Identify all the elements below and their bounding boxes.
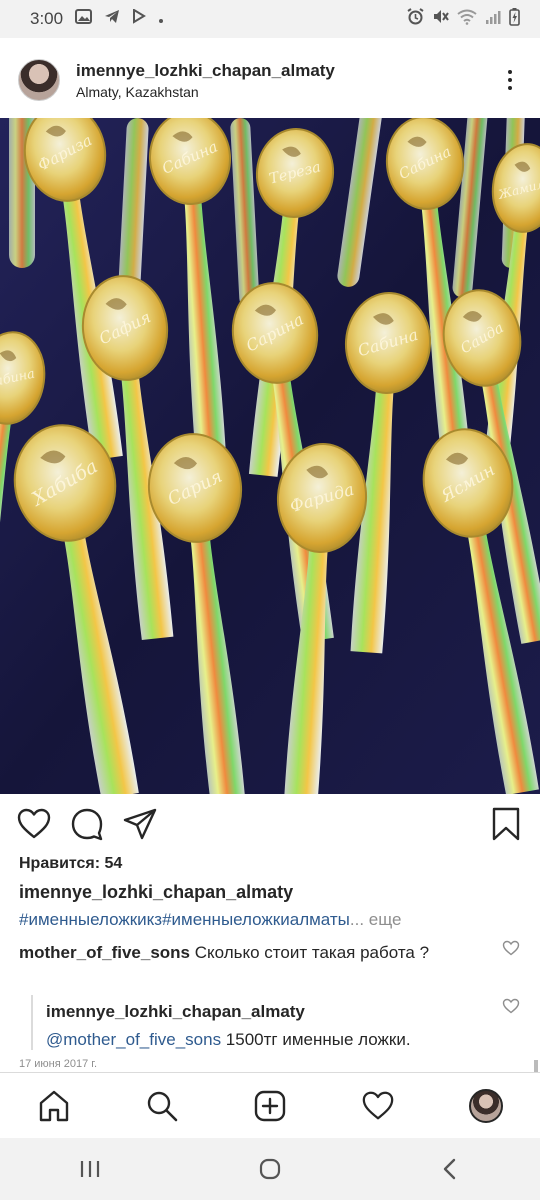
post-photo[interactable]: Фариза Сабина Тереза Сабина Жамиля Сабина Сафи… [0,118,540,794]
post-username[interactable]: imennye_lozhki_chapan_almaty [76,61,498,81]
more-dot [508,78,512,82]
caption-username[interactable]: imennye_lozhki_chapan_almaty [19,882,293,903]
spoons-photo-icon: Фариза Сабина Тереза СабинаЖамиляСабинаСафи… [0,118,540,794]
send-icon [123,808,157,840]
like-button[interactable] [16,806,52,842]
alarm-icon [407,8,424,30]
status-left: 3:00 [30,8,164,29]
avatar[interactable] [18,59,60,101]
reply-text: 1500тг именные ложки. [221,1030,411,1049]
status-time: 3:00 [30,9,64,28]
bookmark-icon [492,807,520,841]
post-header: imennye_lozhki_chapan_almaty Almaty, Kaz… [0,38,540,122]
likes-count[interactable]: Нравится: 54 [19,855,122,873]
system-nav-bar [0,1138,540,1200]
profile-avatar [469,1089,503,1123]
heart-icon [502,998,520,1014]
heart-icon [502,940,520,956]
nav-home[interactable] [34,1086,74,1126]
post-meta: imennye_lozhki_chapan_almaty Almaty, Kaz… [76,61,498,100]
caption-hashtags[interactable]: #именныеложкикз#именныеложкиалматы [19,910,350,929]
telegram-icon [104,9,120,29]
more-options-button[interactable] [498,60,522,100]
post-date: 17 июня 2017 г. [19,1058,98,1070]
comment-icon [71,808,103,841]
search-icon [147,1091,178,1122]
caption-more-link[interactable]: ... еще [350,910,402,929]
status-bar: 3:00 [0,0,540,38]
heart-icon [17,808,51,839]
nav-activity[interactable] [358,1086,398,1126]
more-dot [508,70,512,74]
comment-username[interactable]: mother_of_five_sons [19,943,190,962]
image-icon [75,9,93,29]
back-icon [443,1158,456,1180]
reply-divider [31,995,33,1050]
reply-comment: imennye_lozhki_chapan_almaty @mother_of_… [46,998,496,1054]
nav-profile[interactable] [466,1086,506,1126]
save-button[interactable] [488,806,524,842]
recent-apps-button[interactable] [70,1149,110,1189]
more-dot [508,86,512,90]
nav-search[interactable] [142,1086,182,1126]
comment-text: Сколько стоит такая работа ? [194,943,430,962]
post-location[interactable]: Almaty, Kazakhstan [76,84,498,100]
home-icon [39,1090,69,1122]
home-circle-icon [259,1158,281,1180]
add-icon [254,1090,286,1122]
share-button[interactable] [122,806,158,842]
recents-icon [80,1161,100,1177]
scrollbar[interactable] [534,1060,538,1072]
heart-icon [362,1091,394,1120]
reply-mention[interactable]: @mother_of_five_sons [46,1030,221,1049]
caption-text: #именныеложкикз#именныеложкиалматы... ещ… [19,910,402,930]
back-button[interactable] [430,1149,470,1189]
mute-icon [432,8,449,30]
reply-username[interactable]: imennye_lozhki_chapan_almaty [46,998,496,1026]
comment-button[interactable] [69,806,105,842]
wifi-icon [457,9,477,30]
battery-icon [509,7,520,31]
signal-icon [485,9,501,30]
nav-new-post[interactable] [250,1086,290,1126]
download-icon [132,8,147,29]
bottom-nav [0,1072,540,1139]
dot-icon [158,9,164,29]
comment: mother_of_five_sons Сколько стоит такая … [19,940,489,966]
reply-like-button[interactable] [502,998,520,1014]
home-button[interactable] [250,1149,290,1189]
status-right [407,7,520,31]
post-actions [0,796,540,852]
comment-like-button[interactable] [502,940,520,956]
